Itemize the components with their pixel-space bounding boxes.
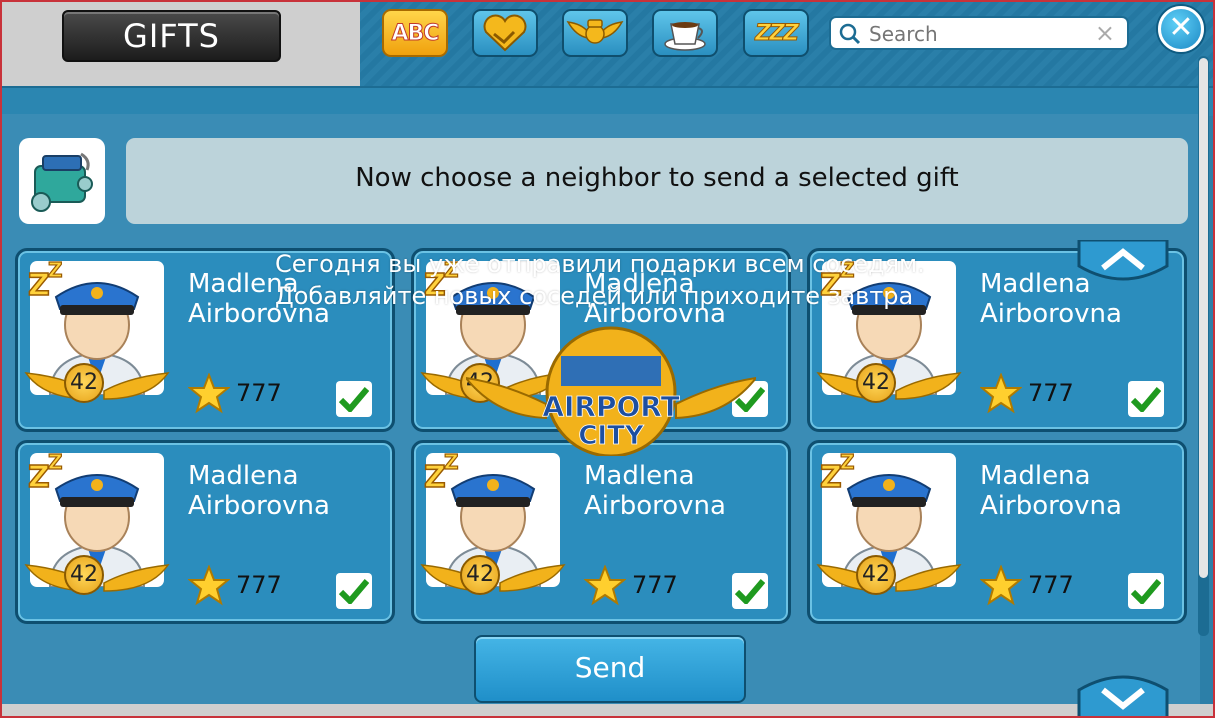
level-badge: 42: [64, 363, 104, 403]
star-count: 777: [236, 571, 282, 599]
svg-text:Z: Z: [28, 460, 50, 491]
neighbor-last-name: Airborovna: [188, 491, 330, 521]
checkmark-icon: [339, 387, 369, 412]
neighbor-name: Madlena Airborovna: [584, 461, 726, 521]
star-count: 777: [1028, 379, 1074, 407]
neighbor-first-name: Madlena: [188, 461, 299, 491]
pilot-wings-icon: [566, 19, 624, 44]
filter-wings-button[interactable]: [562, 9, 628, 57]
sleeping-zzz-icon: Z Z: [27, 449, 63, 491]
search-icon: [839, 23, 861, 45]
gifts-header-panel: GIFTS: [0, 0, 360, 86]
star-count: 777: [236, 379, 282, 407]
neighbor-name: Madlena Airborovna: [980, 461, 1122, 521]
engine-part-icon: [31, 152, 93, 212]
neighbor-name: Madlena Airborovna: [188, 461, 330, 521]
search-box: ×: [829, 16, 1129, 50]
neighbor-last-name: Airborovna: [584, 491, 726, 521]
scrollbar-thumb[interactable]: [1199, 58, 1208, 578]
neighbor-last-name: Airborovna: [980, 491, 1122, 521]
checkmark-icon: [735, 579, 765, 604]
neighbor-first-name: Madlena: [980, 461, 1091, 491]
filter-abc-button[interactable]: ABC: [382, 9, 448, 57]
select-checkbox[interactable]: [336, 381, 372, 417]
coffee-cup-icon: [664, 22, 706, 51]
svg-text:Z: Z: [820, 460, 842, 491]
star-icon: [188, 565, 230, 606]
instruction-banner: Now choose a neighbor to send a selected…: [126, 138, 1188, 224]
star-icon: [980, 373, 1022, 414]
checkmark-icon: [1131, 387, 1161, 412]
svg-text:Z: Z: [28, 268, 50, 299]
checkmark-icon: [1131, 579, 1161, 604]
neighbor-first-name: Madlena: [584, 461, 695, 491]
checkmark-icon: [339, 579, 369, 604]
select-checkbox[interactable]: [336, 573, 372, 609]
scroll-up-button[interactable]: [1075, 240, 1171, 286]
sleeping-zzz-icon: ZZZ: [755, 20, 800, 46]
bottom-strip: [0, 704, 1215, 718]
level-badge: 42: [856, 555, 896, 595]
filter-friendship-button[interactable]: [472, 9, 538, 57]
search-input[interactable]: [867, 21, 1091, 47]
level-badge: 42: [460, 555, 500, 595]
sub-bar: [0, 86, 1215, 116]
send-button[interactable]: Send: [474, 635, 746, 703]
filter-sleeping-button[interactable]: ZZZ: [743, 9, 809, 57]
select-checkbox[interactable]: [1128, 381, 1164, 417]
close-button[interactable]: ✕: [1158, 6, 1204, 52]
handshake-icon: [483, 14, 527, 52]
neighbor-last-name: Airborovna: [980, 299, 1122, 329]
star-icon: [980, 565, 1022, 606]
star-icon: [584, 565, 626, 606]
star-count: 777: [632, 571, 678, 599]
notice-line-1: Сегодня вы уже отправили подарки всем со…: [275, 250, 925, 278]
svg-text:Z: Z: [424, 460, 446, 491]
abc-icon: ABC: [391, 20, 440, 46]
all-gifts-sent-notice: Сегодня вы уже отправили подарки всем со…: [275, 248, 955, 312]
level-badge: 42: [64, 555, 104, 595]
star-icon: [188, 373, 230, 414]
page-title: GIFTS: [62, 10, 281, 62]
svg-text:Z: Z: [48, 450, 63, 474]
select-checkbox[interactable]: [1128, 573, 1164, 609]
neighbor-card[interactable]: Z Z 42 Madlena Airborovna 777: [411, 440, 791, 624]
sleeping-zzz-icon: Z Z: [819, 449, 855, 491]
filter-coffee-button[interactable]: [652, 9, 718, 57]
notice-line-2: Добавляйте новых соседей или приходите з…: [275, 282, 914, 310]
star-count: 777: [1028, 571, 1074, 599]
clear-search-icon[interactable]: ×: [1095, 19, 1115, 47]
svg-text:Z: Z: [444, 450, 459, 474]
svg-text:Z: Z: [840, 450, 855, 474]
svg-text:Z: Z: [48, 258, 63, 282]
scroll-down-button[interactable]: [1075, 668, 1171, 718]
neighbor-card[interactable]: Z Z 42 Madlena Airborovna 777: [15, 440, 395, 624]
sleeping-zzz-icon: Z Z: [27, 257, 63, 299]
select-checkbox[interactable]: [732, 573, 768, 609]
sleeping-zzz-icon: Z Z: [423, 449, 459, 491]
logo-line-1: AIRPORT: [542, 390, 679, 423]
logo-line-2: CITY: [578, 421, 644, 451]
selected-gift-slot: [19, 138, 105, 224]
level-badge: 42: [856, 363, 896, 403]
neighbor-card[interactable]: Z Z 42 Madlena Airborovna 777: [807, 440, 1187, 624]
airport-city-logo: AIRPORT CITY: [466, 326, 756, 456]
